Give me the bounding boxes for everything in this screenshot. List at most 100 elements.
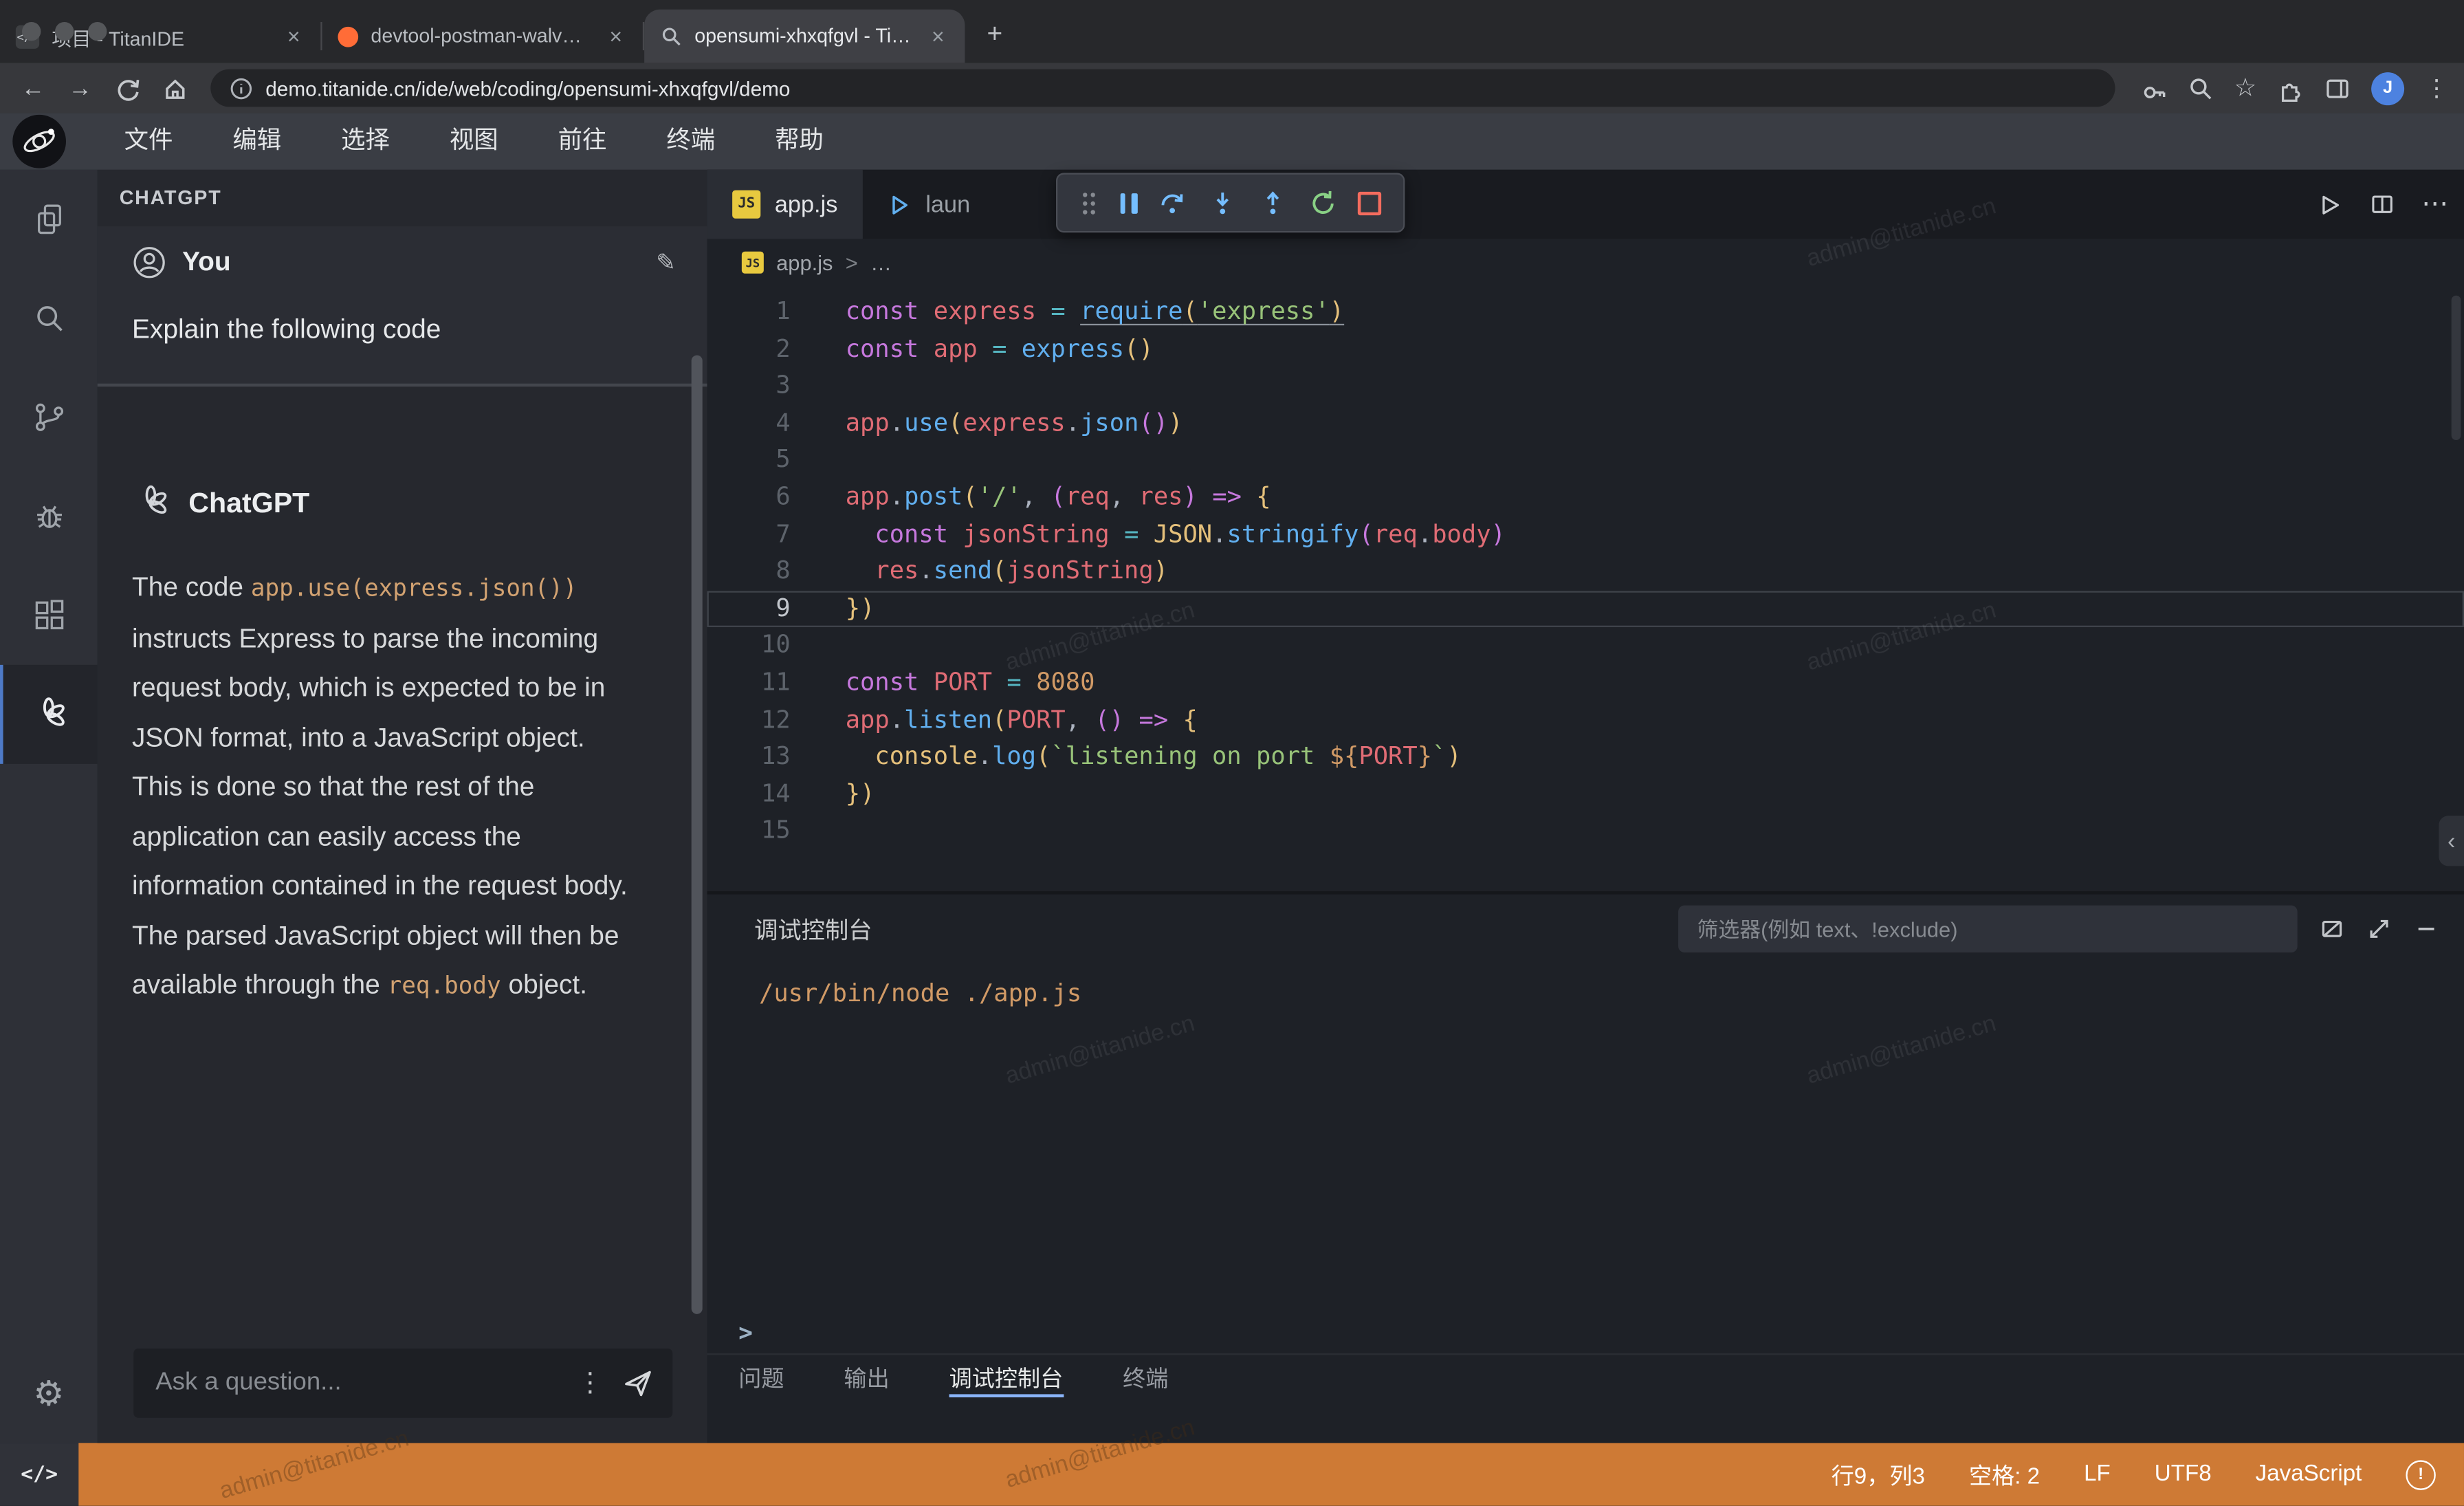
code-line[interactable]: 1const express = require('express') [707,294,2464,331]
line-number[interactable]: 12 [707,702,791,739]
password-key-icon[interactable] [2140,75,2166,102]
code-line[interactable]: 4app.use(express.json()) [707,405,2464,442]
code-line[interactable]: 8 res.send(jsonString) [707,554,2464,591]
panel-tab-debug-console[interactable]: 调试控制台 [949,1355,1064,1399]
encoding[interactable]: UTF8 [2155,1462,2212,1487]
line-number[interactable]: 9 [707,591,791,628]
chat-options-kebab-icon[interactable]: ⋮ [577,1368,604,1399]
zoom-icon[interactable] [2187,75,2214,102]
expand-panel-icon[interactable] [2366,917,2392,942]
notifications-icon[interactable]: ! [2406,1459,2435,1489]
bookmark-star-icon[interactable]: ☆ [2234,72,2256,104]
language-mode[interactable]: JavaScript [2256,1462,2362,1487]
code-line[interactable]: 7 const jsonString = JSON.stringify(req.… [707,516,2464,554]
minimize-window-button[interactable] [55,22,74,41]
debug-bug-icon[interactable] [0,467,98,566]
menu-item-terminal[interactable]: 终端 [637,113,745,170]
new-tab-button[interactable]: + [974,14,1015,55]
code-line[interactable]: 15 [707,813,2464,850]
code-area[interactable]: 1const express = require('express')2cons… [707,286,2464,891]
menu-item-view[interactable]: 视图 [419,113,528,170]
minimize-panel-icon[interactable] [2414,917,2439,942]
indentation[interactable]: 空格: 2 [1969,1458,2040,1491]
clear-console-icon[interactable] [2320,917,2345,942]
address-bar[interactable]: demo.titanide.cn/ide/web/coding/opensumi… [210,69,2114,107]
search-icon[interactable] [0,269,98,368]
line-number[interactable]: 5 [707,442,791,479]
zoom-window-button[interactable] [88,22,107,41]
forward-icon[interactable]: → [63,75,97,102]
line-number[interactable]: 2 [707,331,791,368]
breadcrumb-file[interactable]: app.js [776,251,833,274]
debug-stop-icon[interactable] [1358,191,1381,215]
line-number[interactable]: 14 [707,776,791,813]
split-editor-icon[interactable] [2370,192,2395,217]
editor-tab-launch-json[interactable]: laun [863,170,996,239]
chatgpt-panel-icon[interactable] [0,665,98,764]
panel-tab-output[interactable]: 输出 [844,1355,889,1399]
line-number[interactable]: 11 [707,665,791,702]
tab-close-icon[interactable]: × [283,23,305,49]
code-line[interactable]: 12app.listen(PORT, () => { [707,702,2464,739]
console-filter-box[interactable] [1678,906,2298,953]
menu-item-go[interactable]: 前往 [528,113,637,170]
menu-item-help[interactable]: 帮助 [745,113,854,170]
panel-tab-problems[interactable]: 问题 [738,1355,784,1399]
code-line[interactable]: 6app.post('/', (req, res) => { [707,479,2464,516]
panel-tab-terminal[interactable]: 终端 [1123,1355,1168,1399]
line-number[interactable]: 8 [707,554,791,591]
breadcrumb-more[interactable]: … [870,251,892,274]
site-info-icon[interactable] [230,76,253,100]
explorer-files-icon[interactable] [0,170,98,269]
cursor-position[interactable]: 行9，列3 [1832,1458,1925,1491]
sidebar-scrollbar[interactable] [692,356,703,1314]
debug-pause-icon[interactable] [1120,193,1137,213]
line-number[interactable]: 13 [707,739,791,776]
code-line[interactable]: 3 [707,368,2464,405]
code-line[interactable]: 13 console.log(`listening on port ${PORT… [707,739,2464,776]
editor-scrollbar[interactable] [2452,296,2461,440]
extensions-puzzle-icon[interactable] [2277,75,2304,102]
ask-question-input[interactable] [153,1368,558,1399]
send-message-icon[interactable] [622,1368,654,1399]
console-filter-input[interactable] [1694,915,2282,942]
menu-item-edit[interactable]: 编辑 [203,113,311,170]
close-window-button[interactable] [22,22,41,41]
code-line[interactable]: 9}) [707,591,2464,628]
code-line[interactable]: 10 [707,628,2464,665]
more-actions-icon[interactable]: ⋯ [2421,188,2448,220]
home-icon[interactable] [157,75,192,102]
code-line[interactable]: 5 [707,442,2464,479]
run-icon[interactable] [2316,191,2343,218]
line-number[interactable]: 4 [707,405,791,442]
code-line[interactable]: 2const app = express() [707,331,2464,368]
profile-avatar[interactable]: J [2371,72,2404,105]
browser-menu-kebab-icon[interactable]: ⋮ [2425,74,2448,102]
side-panel-icon[interactable] [2324,75,2351,102]
tab-close-icon[interactable]: × [927,23,949,49]
line-number[interactable]: 6 [707,479,791,516]
menu-item-file[interactable]: 文件 [94,113,203,170]
code-view-icon[interactable]: </> [0,1443,78,1505]
tab-close-icon[interactable]: × [605,23,627,49]
edit-message-icon[interactable]: ✎ [656,248,676,276]
line-number[interactable]: 10 [707,628,791,665]
debug-toolbar-drag-handle[interactable] [1079,189,1098,216]
chat-input-box[interactable]: ⋮ [133,1349,672,1418]
settings-gear-icon[interactable]: ⚙ [0,1346,98,1443]
debug-step-into-icon[interactable] [1209,188,1237,217]
extensions-icon[interactable] [0,566,98,665]
menu-item-selection[interactable]: 选择 [311,113,420,170]
code-line[interactable]: 14}) [707,776,2464,813]
code-line[interactable]: 11const PORT = 8080 [707,665,2464,702]
debug-restart-icon[interactable] [1308,188,1336,217]
back-icon[interactable]: ← [16,75,50,102]
debug-step-over-icon[interactable] [1158,188,1187,217]
line-number[interactable]: 7 [707,516,791,554]
source-control-icon[interactable] [0,368,98,467]
browser-tab-2[interactable]: devtool-postman-walvamdz - × [322,10,643,63]
line-number[interactable]: 3 [707,368,791,405]
eol-sequence[interactable]: LF [2084,1462,2111,1487]
debug-step-out-icon[interactable] [1258,188,1286,217]
collapse-right-panel-icon[interactable]: ‹ [2439,816,2464,866]
